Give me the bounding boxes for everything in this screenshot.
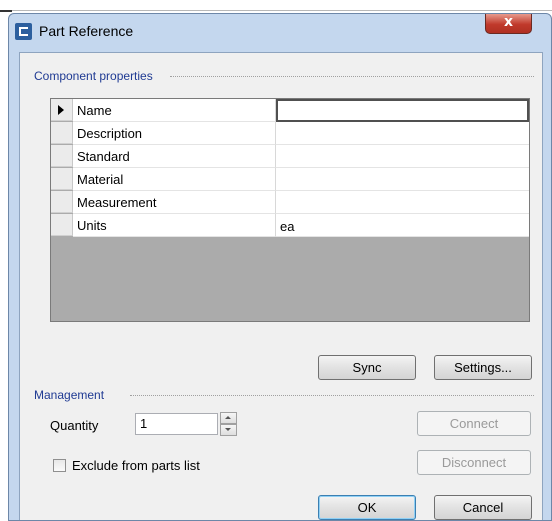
row-header[interactable] [51, 122, 73, 144]
property-value-cell[interactable] [276, 191, 529, 214]
component-properties-divider [170, 76, 534, 77]
property-name-cell: Name [73, 99, 276, 122]
grid-row-description[interactable]: Description [51, 122, 529, 145]
sync-button[interactable]: Sync [318, 355, 416, 380]
title-bar[interactable]: Part Reference x [9, 14, 551, 52]
disconnect-button[interactable]: Disconnect [417, 450, 531, 475]
property-name-cell: Measurement [73, 191, 276, 214]
property-name-cell: Material [73, 168, 276, 191]
quantity-increment-button[interactable] [220, 412, 237, 424]
row-header[interactable] [51, 214, 73, 236]
quantity-input[interactable]: 1 [135, 413, 218, 435]
spin-up-arrow-icon [225, 416, 231, 419]
grid-row-measurement[interactable]: Measurement [51, 191, 529, 214]
top-edge-line [0, 10, 552, 11]
row-header[interactable] [51, 191, 73, 213]
top-edge-mark [0, 10, 12, 12]
dialog-client-area: Component properties Name Description St… [19, 52, 543, 520]
component-properties-label: Component properties [34, 69, 159, 83]
close-button[interactable]: x [485, 14, 532, 34]
cancel-button[interactable]: Cancel [434, 495, 532, 520]
property-value-cell[interactable] [276, 168, 529, 191]
property-name-cell: Units [73, 214, 276, 237]
property-value-cell[interactable] [276, 122, 529, 145]
row-header[interactable] [51, 145, 73, 167]
row-header[interactable] [51, 168, 73, 190]
property-name-cell: Standard [73, 145, 276, 168]
row-header[interactable] [51, 99, 73, 121]
settings-button[interactable]: Settings... [434, 355, 532, 380]
part-reference-dialog: Part Reference x Component properties Na… [8, 13, 552, 521]
management-divider [130, 395, 534, 396]
current-row-arrow-icon [58, 105, 64, 115]
connect-button[interactable]: Connect [417, 411, 531, 436]
app-icon [15, 23, 32, 40]
ok-button[interactable]: OK [318, 495, 416, 520]
exclude-from-parts-list-checkbox[interactable] [53, 459, 66, 472]
property-value-cell[interactable]: ea [276, 214, 529, 237]
close-icon: x [503, 14, 514, 30]
management-label: Management [34, 388, 111, 402]
grid-row-name[interactable]: Name [51, 99, 529, 122]
grid-row-material[interactable]: Material [51, 168, 529, 191]
quantity-label: Quantity [50, 418, 99, 433]
quantity-decrement-button[interactable] [220, 424, 237, 436]
spin-down-arrow-icon [225, 428, 231, 431]
property-value-cell[interactable] [276, 145, 529, 168]
property-name-cell: Description [73, 122, 276, 145]
property-value-cell[interactable] [276, 99, 529, 122]
grid-row-standard[interactable]: Standard [51, 145, 529, 168]
exclude-from-parts-list-label[interactable]: Exclude from parts list [72, 458, 200, 473]
grid-row-units[interactable]: Units ea [51, 214, 529, 237]
window-title: Part Reference [39, 23, 134, 39]
properties-grid[interactable]: Name Description Standard Material Measu [50, 98, 530, 322]
